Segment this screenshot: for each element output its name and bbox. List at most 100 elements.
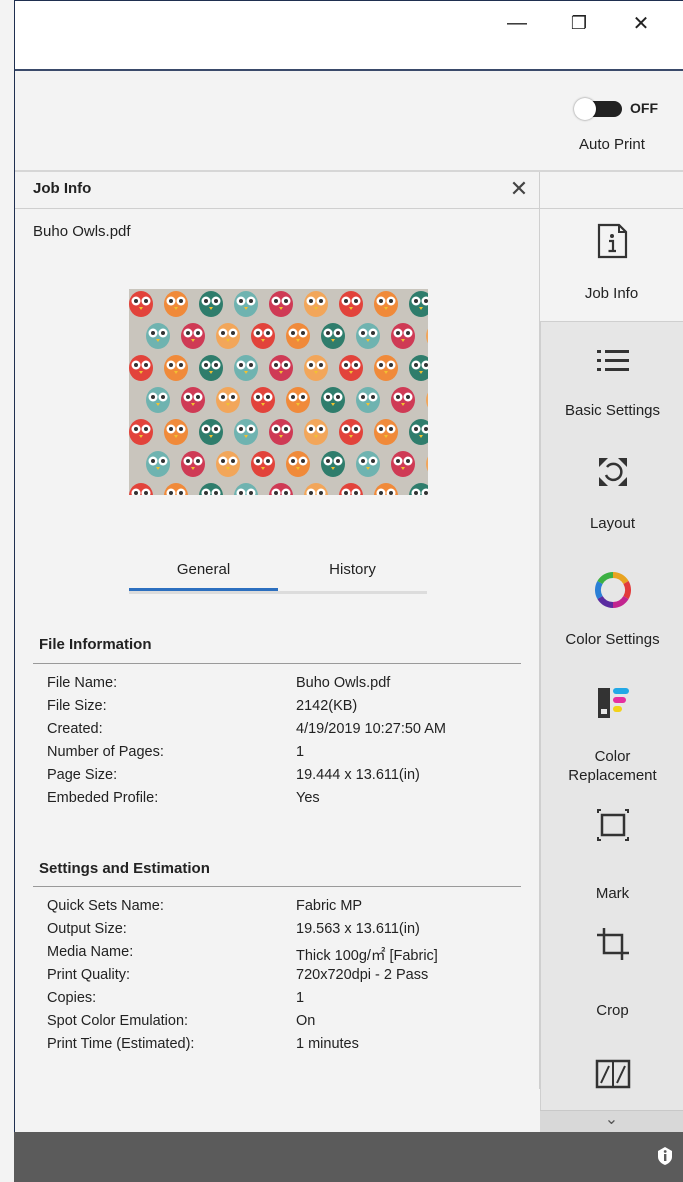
info-value: 19.563 x 13.611(in) <box>296 921 420 937</box>
owl-motif <box>339 419 363 445</box>
file-information-heading: File Information <box>39 636 152 653</box>
section-divider <box>33 663 521 664</box>
info-label: Embeded Profile: <box>47 790 159 806</box>
info-row: Media Name: Thick 100g/㎡ [Fabric] <box>47 944 527 966</box>
sidebar-item-label: Color Settings <box>565 631 660 648</box>
owl-motif <box>181 387 205 413</box>
owl-motif <box>181 451 205 477</box>
color-replacement-icon <box>597 688 629 718</box>
info-value: 1 minutes <box>296 1036 359 1052</box>
owl-motif <box>216 387 240 413</box>
owl-pattern-image <box>129 289 428 495</box>
owl-motif <box>339 355 363 381</box>
info-label: File Size: <box>47 698 107 714</box>
toggle-knob <box>574 98 596 120</box>
owl-motif <box>286 387 310 413</box>
owl-motif <box>146 451 170 477</box>
title-bar: — ❐ ✕ <box>14 0 683 45</box>
maximize-icon: ❐ <box>570 12 588 33</box>
owl-motif <box>234 419 258 445</box>
info-row: Copies: 1 <box>47 990 527 1012</box>
owl-motif <box>234 291 258 317</box>
owl-motif <box>321 451 345 477</box>
info-label: Media Name: <box>47 944 134 960</box>
label-line-2: Replacement <box>568 767 657 784</box>
sidebar-item-basic-settings[interactable]: Basic Settings <box>541 322 683 437</box>
info-value: Fabric MP <box>296 898 363 914</box>
book-pages-icon <box>595 1059 630 1089</box>
owl-motif <box>356 323 380 349</box>
info-document-icon <box>597 223 627 259</box>
info-value: Buho Owls.pdf <box>296 675 391 691</box>
info-label: Spot Color Emulation: <box>47 1013 189 1029</box>
owl-motif <box>164 419 188 445</box>
section-divider <box>33 886 521 887</box>
toolbar <box>15 72 683 172</box>
owl-motif <box>391 387 415 413</box>
tab-general[interactable]: General <box>129 561 278 578</box>
owl-motif <box>234 355 258 381</box>
info-label: Print Time (Estimated): <box>47 1036 195 1052</box>
info-label: Number of Pages: <box>47 744 164 760</box>
maximize-button[interactable]: ❐ <box>548 1 610 45</box>
owl-motif <box>199 291 223 317</box>
owl-motif <box>286 451 310 477</box>
close-icon: ✕ <box>632 12 650 35</box>
info-label: Copies: <box>47 990 97 1006</box>
owl-motif <box>146 323 170 349</box>
sidebar-item-crop[interactable]: Crop <box>541 904 683 1019</box>
job-info-panel-header: Job Info ✕ <box>15 172 540 209</box>
owl-motif <box>321 323 345 349</box>
minimize-button[interactable]: — <box>486 1 548 45</box>
sidebar-item-color-settings[interactable]: Color Settings <box>541 552 683 667</box>
sidebar-item-layout[interactable]: Layout <box>541 437 683 552</box>
owl-motif <box>356 387 380 413</box>
owl-motif <box>356 451 380 477</box>
info-row: Spot Color Emulation: On <box>47 1013 527 1035</box>
tab-history[interactable]: History <box>278 561 427 578</box>
color-wheel-icon <box>594 572 631 608</box>
close-window-button[interactable]: ✕ <box>610 1 672 45</box>
info-row: Print Quality: 720x720dpi - 2 Pass <box>47 967 527 989</box>
owl-motif <box>374 419 398 445</box>
info-label: File Name: <box>47 675 118 691</box>
owl-motif <box>391 451 415 477</box>
info-row: Number of Pages: 1 <box>47 744 527 766</box>
crop-icon <box>596 928 629 960</box>
info-value: 1 <box>296 990 305 1006</box>
owl-motif <box>374 291 398 317</box>
info-row: Print Time (Estimated): 1 minutes <box>47 1036 527 1058</box>
info-value: 4/19/2019 10:27:50 AM <box>296 721 446 737</box>
info-value: On <box>296 1013 316 1029</box>
sidebar-list: Basic Settings Layout Color Settings Col… <box>540 321 683 1112</box>
layout-expand-icon <box>598 458 627 486</box>
info-tabs: General History <box>129 549 427 594</box>
owl-motif <box>199 355 223 381</box>
owl-motif <box>146 387 170 413</box>
sidebar-item-job-info[interactable]: Job Info <box>540 209 683 320</box>
sidebar-item-label: Layout <box>589 515 636 532</box>
label-line-1: Color <box>594 748 631 765</box>
info-label: Page Size: <box>47 767 118 783</box>
sidebar-item-mark[interactable]: Mark <box>541 789 683 904</box>
sidebar-item-color-replacement[interactable]: Color Replacement <box>541 667 683 789</box>
info-row: Embeded Profile: Yes <box>47 790 527 812</box>
settings-estimation-heading: Settings and Estimation <box>39 860 210 877</box>
auto-print-toggle[interactable] <box>574 98 624 120</box>
sidebar-item-label: Job Info <box>584 285 639 302</box>
panel-title: Job Info <box>33 180 92 197</box>
owl-motif <box>304 419 328 445</box>
close-panel-button[interactable]: ✕ <box>507 176 531 202</box>
owl-motif <box>164 355 188 381</box>
info-label: Print Quality: <box>47 967 130 983</box>
info-row: Quick Sets Name: Fabric MP <box>47 898 527 920</box>
sidebar-item-pages[interactable] <box>541 1019 683 1109</box>
info-badge-icon[interactable] <box>655 1146 675 1166</box>
info-row: File Size: 2142(KB) <box>47 698 527 720</box>
info-label: Quick Sets Name: <box>47 898 164 914</box>
owl-motif <box>321 387 345 413</box>
sidebar-scroll-down-button[interactable]: ⌄ <box>540 1110 683 1133</box>
close-icon: ✕ <box>509 176 529 201</box>
job-thumbnail <box>129 289 428 495</box>
sidebar-item-label: Basic Settings <box>564 402 661 419</box>
